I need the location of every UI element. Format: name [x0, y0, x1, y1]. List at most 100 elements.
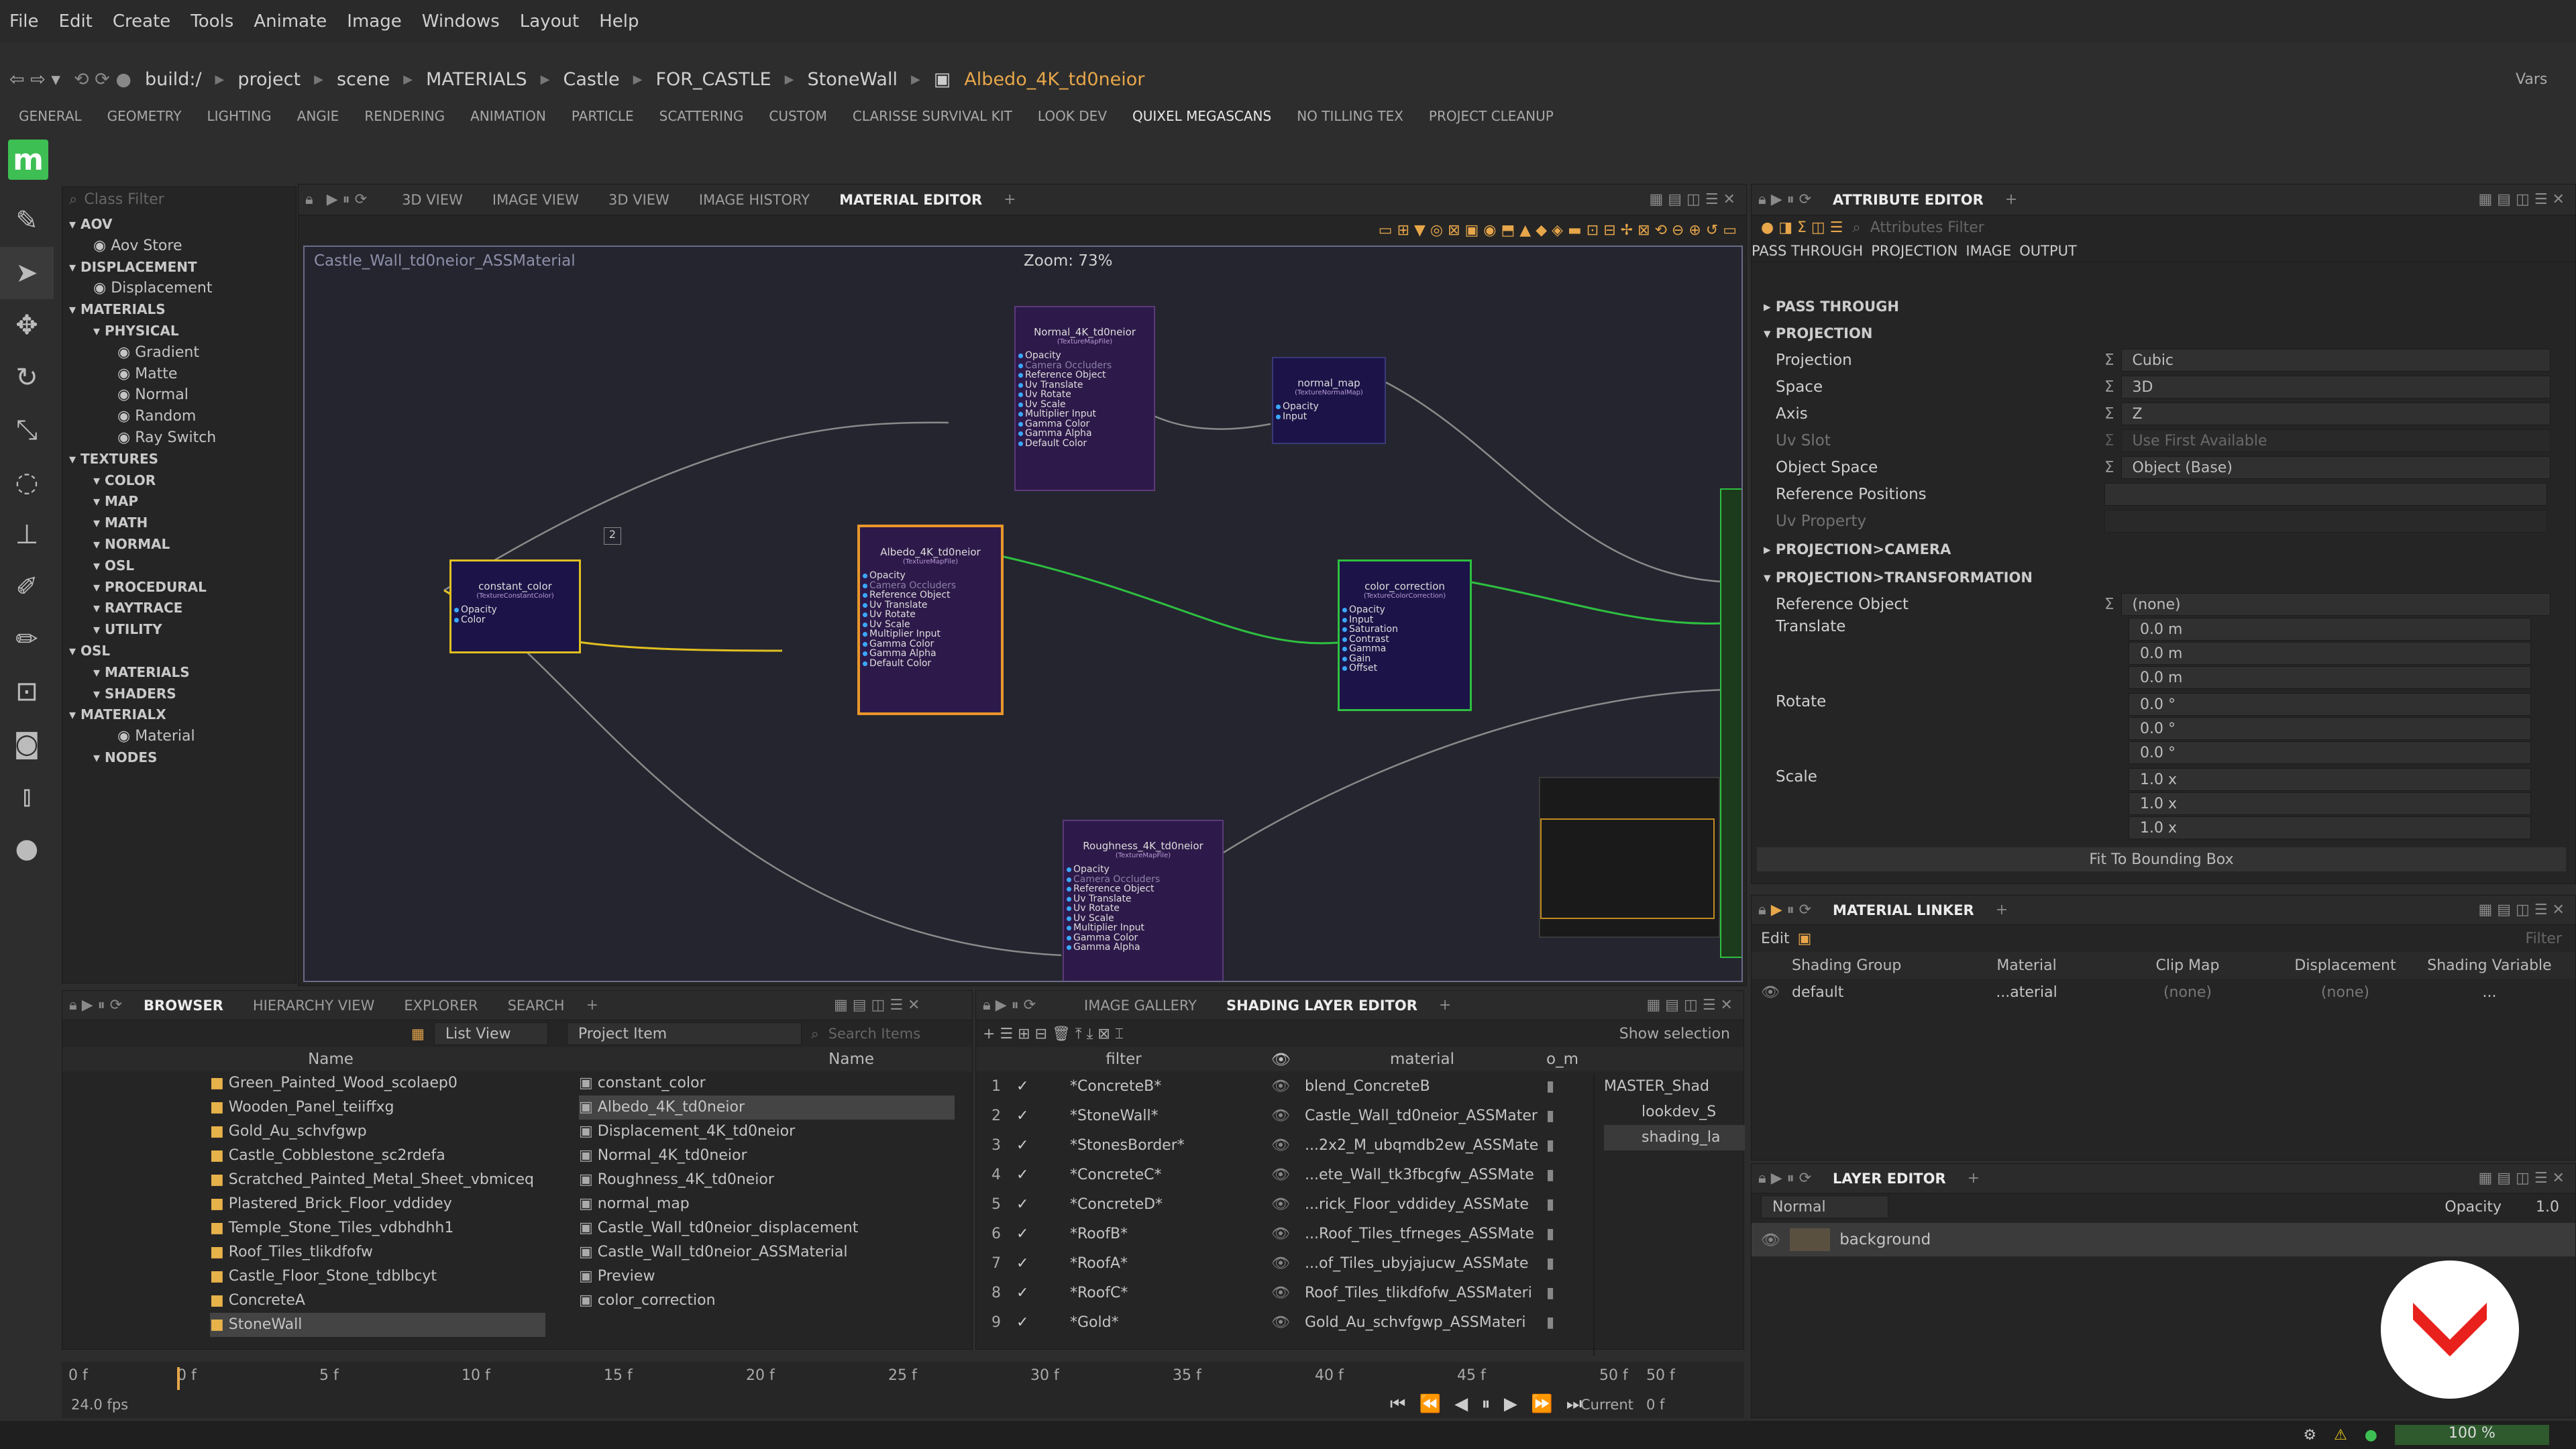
playhead[interactable]: [177, 1367, 180, 1390]
back-arrow-icon[interactable]: ⇦ ⇨ ▾: [9, 69, 60, 90]
path-segment[interactable]: Castle: [564, 69, 620, 90]
node-graph-canvas[interactable]: Castle_Wall_td0neior_ASSMaterial Zoom: 7…: [303, 246, 1743, 982]
tree-item[interactable]: ▾ OSL: [69, 641, 296, 662]
shelf-tab[interactable]: RENDERING: [364, 108, 445, 124]
warning-icon[interactable]: ⚠: [2334, 1427, 2347, 1444]
path-segment[interactable]: build:/: [145, 69, 202, 90]
panel-controls-icon[interactable]: ▦ ▤ ◫ ☰ ✕: [2479, 1170, 2565, 1187]
shading-tree-item[interactable]: shading_la: [1604, 1125, 1745, 1150]
panel-controls-icon[interactable]: ▦ ▤ ◫ ☰ ✕: [834, 997, 920, 1014]
project-item[interactable]: ▣ Castle_Wall_td0neior_displacement: [579, 1216, 955, 1240]
section-projection[interactable]: ▾ PROJECTION: [1752, 320, 2575, 347]
shelf-tab[interactable]: PARTICLE: [572, 108, 634, 124]
current-frame-field[interactable]: 0 f: [1646, 1397, 1664, 1413]
folder-item[interactable]: ■ Wooden_Panel_teiiffxg: [210, 1095, 545, 1120]
menu-create[interactable]: Create: [113, 11, 170, 32]
opacity-field[interactable]: 1.0: [2536, 1199, 2559, 1216]
col-shading-group[interactable]: Shading Group: [1792, 957, 1946, 974]
col-clip-map[interactable]: Clip Map: [2107, 957, 2268, 974]
shelf-tab[interactable]: SCATTERING: [659, 108, 744, 124]
tree-item[interactable]: ◉ Material: [69, 726, 296, 747]
add-tab-icon[interactable]: +: [2005, 191, 2017, 208]
layer-row[interactable]: 👁︎ background: [1752, 1223, 2575, 1256]
rotate-z-field[interactable]: 0.0 °: [2129, 741, 2531, 764]
blend-mode-dropdown[interactable]: Normal: [1761, 1195, 1888, 1218]
shelf-tab[interactable]: CUSTOM: [769, 108, 827, 124]
folder-item[interactable]: ■ Roof_Tiles_tlikdfofw: [210, 1240, 545, 1265]
node-normal-map[interactable]: normal_map (TextureNormalMap) Opacity Inpu…: [1272, 357, 1386, 444]
col-material[interactable]: material: [1298, 1051, 1546, 1068]
visibility-eye-icon[interactable]: 👁︎: [1761, 1231, 1780, 1249]
project-item[interactable]: ▣ Castle_Wall_td0neior_ASSMaterial: [579, 1240, 955, 1265]
project-item[interactable]: ▣ constant_color: [579, 1071, 955, 1095]
folder-item[interactable]: ■ ConcreteA: [210, 1289, 545, 1313]
project-item[interactable]: ▣ color_correction: [579, 1289, 955, 1313]
shelf-tab[interactable]: GENERAL: [19, 108, 82, 124]
search-items-input[interactable]: Search Items: [828, 1026, 921, 1042]
menu-help[interactable]: Help: [599, 11, 639, 32]
project-item-dropdown[interactable]: Project Item: [566, 1022, 802, 1045]
scale-x-field[interactable]: 1.0 x: [2129, 768, 2531, 791]
subtab-pass-through[interactable]: PASS THROUGH: [1752, 243, 1863, 259]
menu-file[interactable]: File: [9, 11, 39, 32]
tree-item[interactable]: ▾ NODES: [69, 747, 296, 769]
col-name-items[interactable]: Name: [599, 1051, 914, 1068]
list-view-dropdown[interactable]: List View: [433, 1022, 548, 1045]
tree-item[interactable]: ◉ Matte: [69, 364, 296, 385]
tree-item[interactable]: ▾ NORMAL: [69, 534, 296, 555]
select-arrow-icon[interactable]: ➤: [0, 247, 54, 299]
panel-controls-icon[interactable]: ▦ ▤ ◫ ☰ ✕: [1647, 997, 1733, 1014]
visibility-eye-icon[interactable]: 👁︎: [1761, 984, 1792, 1001]
tree-item[interactable]: ◉ Aov Store: [69, 235, 296, 257]
show-selection-dropdown[interactable]: Show selection: [1619, 1026, 1730, 1042]
tree-item[interactable]: ▾ MATERIALS: [69, 299, 296, 321]
vars-button[interactable]: Vars: [2516, 71, 2547, 88]
tab-3d-view[interactable]: 3D VIEW: [394, 188, 471, 212]
tab-shading-layer-editor[interactable]: SHADING LAYER EDITOR: [1218, 994, 1426, 1018]
scale-y-field[interactable]: 1.0 x: [2129, 792, 2531, 815]
camera-icon[interactable]: ◙: [0, 718, 54, 770]
axis-dropdown[interactable]: Z: [2121, 402, 2551, 425]
project-item[interactable]: ▣ Roughness_4K_td0neior: [579, 1168, 955, 1192]
material-cell[interactable]: ...aterial: [1946, 984, 2107, 1001]
playback-controls-icon[interactable]: ⏮ ⏪ ◀ ⏸ ▶ ⏩ ⏭: [1390, 1394, 1586, 1415]
timeline[interactable]: 0 f 5 f 10 f 15 f 20 f 25 f 30 f 35 f 40 f 45 f 50…: [62, 1362, 1744, 1418]
clip-map-cell[interactable]: (none): [2107, 984, 2268, 1001]
shading-tree-item[interactable]: lookdev_S: [1604, 1099, 1745, 1125]
tab-image-view[interactable]: IMAGE VIEW: [484, 188, 587, 212]
rotate-icon[interactable]: ↻: [0, 352, 54, 404]
folder-item[interactable]: ■ StoneWall: [210, 1313, 545, 1337]
play-icon[interactable]: ▶ ⏸ ⟳: [327, 191, 367, 208]
shelf-tab[interactable]: PROJECT CLEANUP: [1429, 108, 1554, 124]
displacement-cell[interactable]: (none): [2268, 984, 2422, 1001]
linker-filter-input[interactable]: Filter: [2526, 930, 2562, 947]
graph-minimap[interactable]: [1539, 777, 1720, 938]
project-item[interactable]: ▣ normal_map: [579, 1192, 955, 1216]
tree-item[interactable]: ▾ COLOR: [69, 470, 296, 492]
tab-image-history[interactable]: IMAGE HISTORY: [691, 188, 818, 212]
shelf-tab[interactable]: ANGIE: [297, 108, 339, 124]
rotate-x-field[interactable]: 0.0 °: [2129, 693, 2531, 716]
attributes-filter-input[interactable]: Attributes Filter: [1870, 219, 1984, 236]
menu-image[interactable]: Image: [347, 11, 401, 32]
tab-attribute-editor[interactable]: ATTRIBUTE EDITOR: [1825, 188, 1992, 212]
col-material[interactable]: Material: [1946, 957, 2107, 974]
lock-icon[interactable]: 🔒︎: [305, 191, 313, 208]
shading-tools-icon[interactable]: + ☰ ⊞ ⊟ 🗑︎ ⤒ ⤓ ⊠ ⌶: [983, 1026, 1124, 1042]
brush-icon[interactable]: ✏: [0, 613, 54, 665]
tab-3d-view-2[interactable]: 3D VIEW: [600, 188, 678, 212]
add-tab-icon[interactable]: +: [1004, 191, 1016, 208]
tree-item[interactable]: ▾ TEXTURES: [69, 449, 296, 470]
refresh-icon[interactable]: ⟲ ⟳ ●: [74, 69, 131, 90]
tree-item[interactable]: ▾ MATERIALX: [69, 704, 296, 726]
measure-icon[interactable]: ⫾: [0, 770, 54, 822]
folder-item[interactable]: ■ Castle_Floor_Stone_tdblbcyt: [210, 1265, 545, 1289]
uv-property-field[interactable]: [2104, 510, 2547, 533]
class-filter-input[interactable]: Class Filter: [84, 191, 164, 208]
shelf-tab[interactable]: CLARISSE SURVIVAL KIT: [853, 108, 1012, 124]
section-projection-camera[interactable]: ▸ PROJECTION>CAMERA: [1752, 535, 2575, 564]
rotate-y-field[interactable]: 0.0 °: [2129, 717, 2531, 740]
tree-item[interactable]: ◉ Random: [69, 406, 296, 427]
node-material-output[interactable]: [1720, 488, 1741, 958]
translate-z-field[interactable]: 0.0 m: [2129, 666, 2531, 689]
